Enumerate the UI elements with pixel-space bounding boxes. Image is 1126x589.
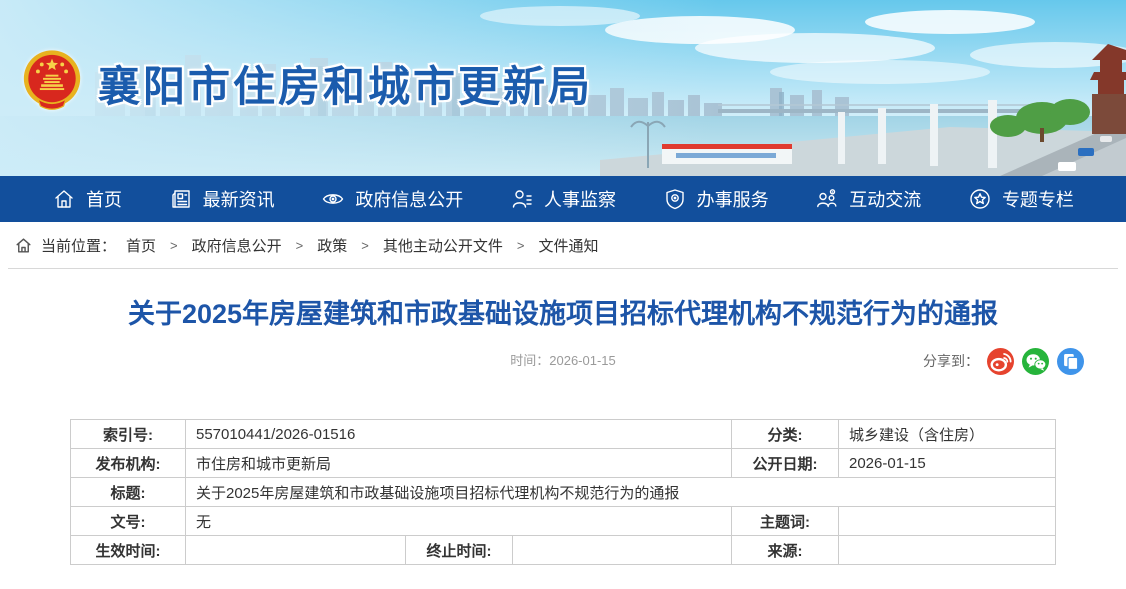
meta-value-title: 关于2025年房屋建筑和市政基础设施项目招标代理机构不规范行为的通报 (186, 478, 1056, 507)
nav-item-interaction[interactable]: 互动交流 (815, 186, 921, 212)
nav-item-label: 办事服务 (697, 186, 769, 212)
share-label: 分享到： (923, 351, 979, 371)
meta-value-keywords (839, 507, 1056, 536)
publish-time-label: 时间： (510, 353, 549, 368)
home-icon (14, 236, 33, 255)
national-emblem-icon (20, 42, 84, 124)
breadcrumb-item-file-notice[interactable]: 文件通知 (538, 235, 598, 256)
meta-label-index-number: 索引号: (71, 420, 186, 449)
meta-label-effective-date: 生效时间: (71, 536, 186, 565)
meta-label-source: 来源: (732, 536, 839, 565)
table-row: 标题: 关于2025年房屋建筑和市政基础设施项目招标代理机构不规范行为的通报 (71, 478, 1056, 507)
divider (8, 268, 1118, 269)
meta-label-category: 分类: (732, 420, 839, 449)
meta-label-doc-number: 文号: (71, 507, 186, 536)
article-meta-row: 时间：2026-01-15 分享到： (0, 345, 1126, 377)
table-row: 文号: 无 主题词: (71, 507, 1056, 536)
breadcrumb: 当前位置： 首页 > 政府信息公开 > 政策 > 其他主动公开文件 > 文件通知 (0, 222, 1126, 268)
breadcrumb-item-policy[interactable]: 政策 (317, 235, 347, 256)
article: 关于2025年房屋建筑和市政基础设施项目招标代理机构不规范行为的通报 时间：20… (0, 297, 1126, 565)
nav-item-label: 政府信息公开 (355, 186, 463, 212)
meta-label-issuing-agency: 发布机构: (71, 449, 186, 478)
breadcrumb-item-home[interactable]: 首页 (126, 235, 156, 256)
home-icon (52, 187, 76, 211)
meta-label-title: 标题: (71, 478, 186, 507)
copy-link-share-icon[interactable] (1057, 348, 1084, 375)
nav-item-personnel[interactable]: 人事监察 (510, 186, 616, 212)
meta-value-source (839, 536, 1056, 565)
meta-value-issuing-agency: 市住房和城市更新局 (186, 449, 732, 478)
breadcrumb-location-label: 当前位置： (41, 235, 116, 256)
people-chat-icon (815, 187, 839, 211)
breadcrumb-item-info-disclosure[interactable]: 政府信息公开 (192, 235, 282, 256)
meta-label-end-date: 终止时间: (406, 536, 513, 565)
nav-item-label: 互动交流 (849, 186, 921, 212)
publish-time-value: 2026-01-15 (549, 353, 616, 368)
news-icon (169, 187, 193, 211)
site-logo[interactable]: 襄阳市住房和城市更新局 (20, 42, 593, 124)
nav-item-label: 最新资讯 (203, 186, 275, 212)
wechat-share-icon[interactable] (1022, 348, 1049, 375)
breadcrumb-separator: > (170, 238, 178, 253)
table-row: 发布机构: 市住房和城市更新局 公开日期: 2026-01-15 (71, 449, 1056, 478)
person-list-icon (510, 187, 534, 211)
nav-item-news[interactable]: 最新资讯 (169, 186, 275, 212)
meta-value-effective-date (186, 536, 406, 565)
table-row: 索引号: 557010441/2026-01516 分类: 城乡建设（含住房） (71, 420, 1056, 449)
meta-value-category: 城乡建设（含住房） (839, 420, 1056, 449)
document-meta-table: 索引号: 557010441/2026-01516 分类: 城乡建设（含住房） … (70, 419, 1056, 565)
nav-item-services[interactable]: 办事服务 (663, 186, 769, 212)
page-title: 关于2025年房屋建筑和市政基础设施项目招标代理机构不规范行为的通报 (70, 297, 1056, 331)
meta-value-index-number: 557010441/2026-01516 (186, 420, 732, 449)
meta-value-publish-date: 2026-01-15 (839, 449, 1056, 478)
main-nav: 首页 最新资讯 政府信息公开 人事监察 (0, 176, 1126, 222)
nav-item-label: 人事监察 (544, 186, 616, 212)
weibo-share-icon[interactable] (987, 348, 1014, 375)
nav-item-label: 专题专栏 (1002, 186, 1074, 212)
meta-value-end-date (513, 536, 732, 565)
breadcrumb-separator: > (296, 238, 304, 253)
nav-item-home[interactable]: 首页 (52, 186, 122, 212)
eye-icon (321, 187, 345, 211)
share-bar: 分享到： (923, 345, 1084, 377)
nav-item-info-disclosure[interactable]: 政府信息公开 (321, 186, 463, 212)
site-banner: 襄阳市住房和城市更新局 (0, 0, 1126, 176)
breadcrumb-item-other-public-docs[interactable]: 其他主动公开文件 (383, 235, 503, 256)
star-circle-icon (968, 187, 992, 211)
nav-item-special-columns[interactable]: 专题专栏 (968, 186, 1074, 212)
breadcrumb-separator: > (517, 238, 525, 253)
breadcrumb-separator: > (361, 238, 369, 253)
nav-item-label: 首页 (86, 186, 122, 212)
meta-value-doc-number: 无 (186, 507, 732, 536)
meta-label-keywords: 主题词: (732, 507, 839, 536)
table-row: 生效时间: 终止时间: 来源: (71, 536, 1056, 565)
site-title: 襄阳市住房和城市更新局 (98, 53, 593, 114)
meta-label-publish-date: 公开日期: (732, 449, 839, 478)
shield-icon (663, 187, 687, 211)
